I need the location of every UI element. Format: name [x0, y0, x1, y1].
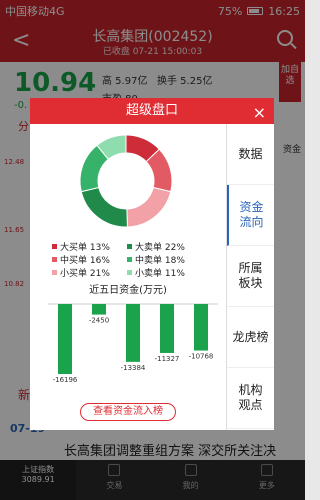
side-item-label: 数据: [238, 146, 263, 161]
legend-swatch: [127, 270, 132, 275]
legend-swatch: [127, 244, 132, 249]
legend-label: 大卖单 22%: [135, 243, 185, 253]
bar-5: [194, 304, 208, 351]
side-item-institution[interactable]: 机构 观点: [227, 368, 274, 429]
five-day-bar-chart: -16196 -2450 -13384 -11327 -10768: [48, 303, 218, 384]
legend-item: 大买单 13%: [52, 240, 127, 253]
bar-value-label: -16196: [53, 376, 78, 384]
legend-item: 小买单 21%: [52, 266, 127, 279]
side-item-label: 机构 观点: [238, 383, 263, 412]
legend-label: 中买单 16%: [60, 256, 110, 266]
bar-2: [92, 304, 106, 315]
order-donut-chart: [79, 134, 173, 228]
bar-value-label: -10768: [189, 353, 214, 361]
legend-swatch: [52, 270, 57, 275]
donut-slice-4: [80, 186, 128, 228]
legend-item: 大卖单 22%: [127, 240, 202, 253]
legend-swatch: [52, 257, 57, 262]
fund-inflow-link[interactable]: 查看资金流入榜: [80, 403, 176, 421]
side-item-data[interactable]: 数据: [227, 124, 274, 185]
legend-item: 中卖单 18%: [127, 253, 202, 266]
side-item-sector[interactable]: 所属 板块: [227, 246, 274, 307]
bar-value-label: -11327: [155, 355, 180, 363]
bar-3: [126, 304, 140, 362]
side-item-dragon-tiger[interactable]: 龙虎榜: [227, 307, 274, 368]
legend-label: 小卖单 11%: [135, 269, 185, 279]
modal-side-nav: 数据 资金 流向 所属 板块 龙虎榜 机构 观点: [226, 124, 274, 430]
bar-value-label: -2450: [89, 317, 109, 325]
super-order-book-modal: 超级盘口 × 大买单 13% 大卖单 22% 中买单 16% 中卖单 18% 小…: [30, 98, 274, 430]
legend-swatch: [127, 257, 132, 262]
donut-legend: 大买单 13% 大卖单 22% 中买单 16% 中卖单 18% 小买单 21% …: [52, 240, 202, 279]
bar-value-label: -13384: [121, 364, 146, 372]
donut-slice-3: [126, 186, 172, 228]
side-item-label: 所属 板块: [238, 261, 263, 290]
side-item-fund-flow[interactable]: 资金 流向: [227, 185, 274, 246]
legend-item: 中买单 16%: [52, 253, 127, 266]
bar-4: [160, 304, 174, 353]
bar-1: [58, 304, 72, 374]
legend-swatch: [52, 244, 57, 249]
legend-label: 大买单 13%: [60, 243, 110, 253]
side-item-label: 资金 流向: [239, 200, 264, 229]
legend-label: 中卖单 18%: [135, 256, 185, 266]
five-day-title: 近五日资金(万元): [89, 285, 167, 296]
legend-label: 小买单 21%: [60, 269, 110, 279]
close-icon[interactable]: ×: [253, 100, 266, 126]
side-item-label: 龙虎榜: [232, 329, 269, 344]
modal-header: 超级盘口 ×: [30, 98, 274, 124]
legend-item: 小卖单 11%: [127, 266, 202, 279]
modal-title: 超级盘口: [125, 103, 178, 118]
